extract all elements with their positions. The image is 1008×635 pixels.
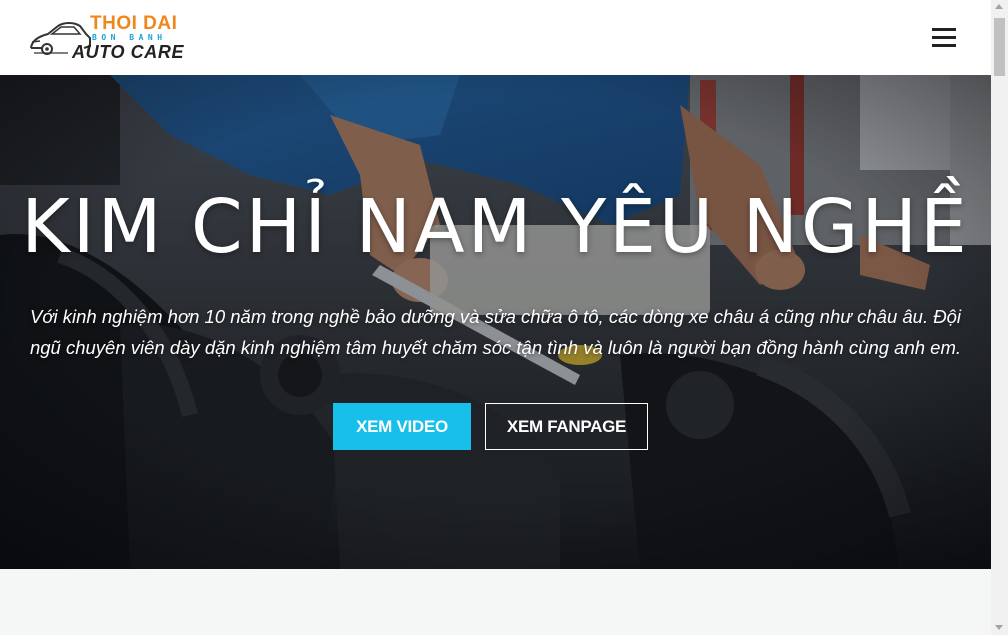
logo-text-line1: THOI DAI bbox=[90, 13, 178, 34]
hamburger-icon[interactable] bbox=[929, 26, 957, 50]
menu-bar bbox=[932, 36, 956, 39]
scrollbar-thumb[interactable] bbox=[994, 18, 1005, 76]
site-logo[interactable]: THOI DAI BON BANH AUTO CARE bbox=[28, 12, 188, 64]
hero-banner: KIM CHỈ NAM YÊU NGHỀ Với kinh nghiệm hơn… bbox=[0, 75, 991, 569]
next-section bbox=[0, 569, 991, 635]
site-header: THOI DAI BON BANH AUTO CARE bbox=[0, 0, 991, 75]
hero-title: KIM CHỈ NAM YÊU NGHỀ bbox=[21, 184, 970, 270]
scroll-up-arrow-icon[interactable] bbox=[995, 4, 1003, 9]
scroll-down-arrow-icon[interactable] bbox=[995, 625, 1003, 630]
view-fanpage-button[interactable]: XEM FANPAGE bbox=[485, 403, 648, 450]
watch-video-button[interactable]: XEM VIDEO bbox=[333, 403, 471, 450]
menu-bar bbox=[932, 28, 956, 31]
menu-bar bbox=[932, 44, 956, 47]
logo-text-line3: AUTO CARE bbox=[72, 42, 185, 62]
vertical-scrollbar[interactable] bbox=[991, 0, 1008, 635]
hero-subtitle: Với kinh nghiệm hơn 10 năm trong nghề bả… bbox=[29, 306, 962, 358]
